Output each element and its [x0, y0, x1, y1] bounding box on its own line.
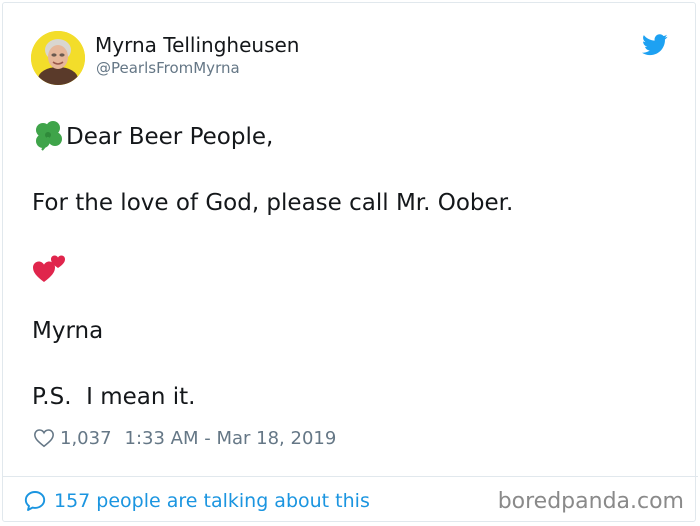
tweet-meta: 1,037 1:33 AM - Mar 18, 2019 — [33, 425, 336, 451]
tweet-line-greeting: Dear Beer People, — [66, 124, 274, 150]
display-name[interactable]: Myrna Tellingheusen — [95, 32, 299, 58]
user-handle[interactable]: @PearlsFromMyrna — [96, 58, 240, 78]
tweet-line-message: For the love of God, please call Mr. Oob… — [32, 190, 514, 216]
heart-outline-icon[interactable] — [33, 427, 55, 449]
avatar-portrait-icon — [31, 31, 85, 85]
speech-bubble-icon — [24, 491, 46, 511]
user-avatar[interactable] — [31, 31, 85, 85]
two-hearts-icon — [33, 255, 65, 282]
tweet-line-postscript: P.S. I mean it. — [32, 384, 196, 410]
boredpanda-watermark: boredpanda.com — [497, 489, 684, 514]
tweet-line-signature: Myrna — [32, 318, 104, 344]
divider — [2, 476, 698, 477]
four-leaf-clover-icon — [36, 121, 62, 151]
tweet-timestamp[interactable]: 1:33 AM - Mar 18, 2019 — [125, 428, 337, 449]
conversation-link[interactable]: 157 people are talking about this — [23, 487, 370, 515]
twitter-bird-icon[interactable] — [642, 34, 668, 56]
conversation-text[interactable]: 157 people are talking about this — [54, 490, 370, 512]
like-count[interactable]: 1,037 — [60, 428, 112, 449]
